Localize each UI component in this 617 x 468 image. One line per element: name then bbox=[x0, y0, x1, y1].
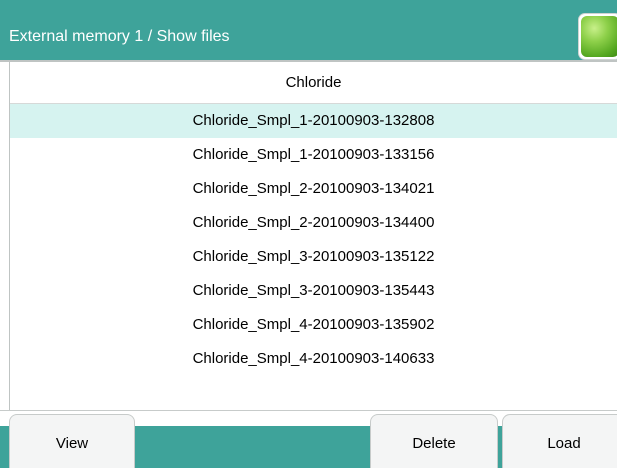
file-list-item[interactable]: Chloride_Smpl_4-20100903-140633 bbox=[10, 342, 617, 376]
load-button[interactable]: Load bbox=[502, 414, 617, 468]
file-list-item[interactable]: Chloride_Smpl_1-20100903-133156 bbox=[10, 138, 617, 172]
title-bar: External memory 1 / Show files bbox=[0, 0, 617, 62]
file-list-item[interactable]: Chloride_Smpl_2-20100903-134021 bbox=[10, 172, 617, 206]
file-list-panel: Chloride Chloride_Smpl_1-20100903-132808… bbox=[9, 62, 617, 410]
file-list-item[interactable]: Chloride_Smpl_1-20100903-132808 bbox=[10, 104, 617, 138]
view-button[interactable]: View bbox=[9, 414, 135, 468]
status-indicator-button[interactable] bbox=[578, 13, 617, 60]
screen: External memory 1 / Show files Chloride … bbox=[0, 0, 617, 468]
window-title: External memory 1 / Show files bbox=[9, 28, 230, 45]
status-led-icon bbox=[581, 16, 617, 57]
list-header: Chloride bbox=[10, 62, 617, 104]
file-list: Chloride_Smpl_1-20100903-132808 Chloride… bbox=[10, 104, 617, 376]
file-list-item[interactable]: Chloride_Smpl_2-20100903-134400 bbox=[10, 206, 617, 240]
delete-button[interactable]: Delete bbox=[370, 414, 498, 468]
bottom-divider bbox=[0, 410, 617, 411]
file-list-item[interactable]: Chloride_Smpl_4-20100903-135902 bbox=[10, 308, 617, 342]
file-list-item[interactable]: Chloride_Smpl_3-20100903-135443 bbox=[10, 274, 617, 308]
file-list-item[interactable]: Chloride_Smpl_3-20100903-135122 bbox=[10, 240, 617, 274]
